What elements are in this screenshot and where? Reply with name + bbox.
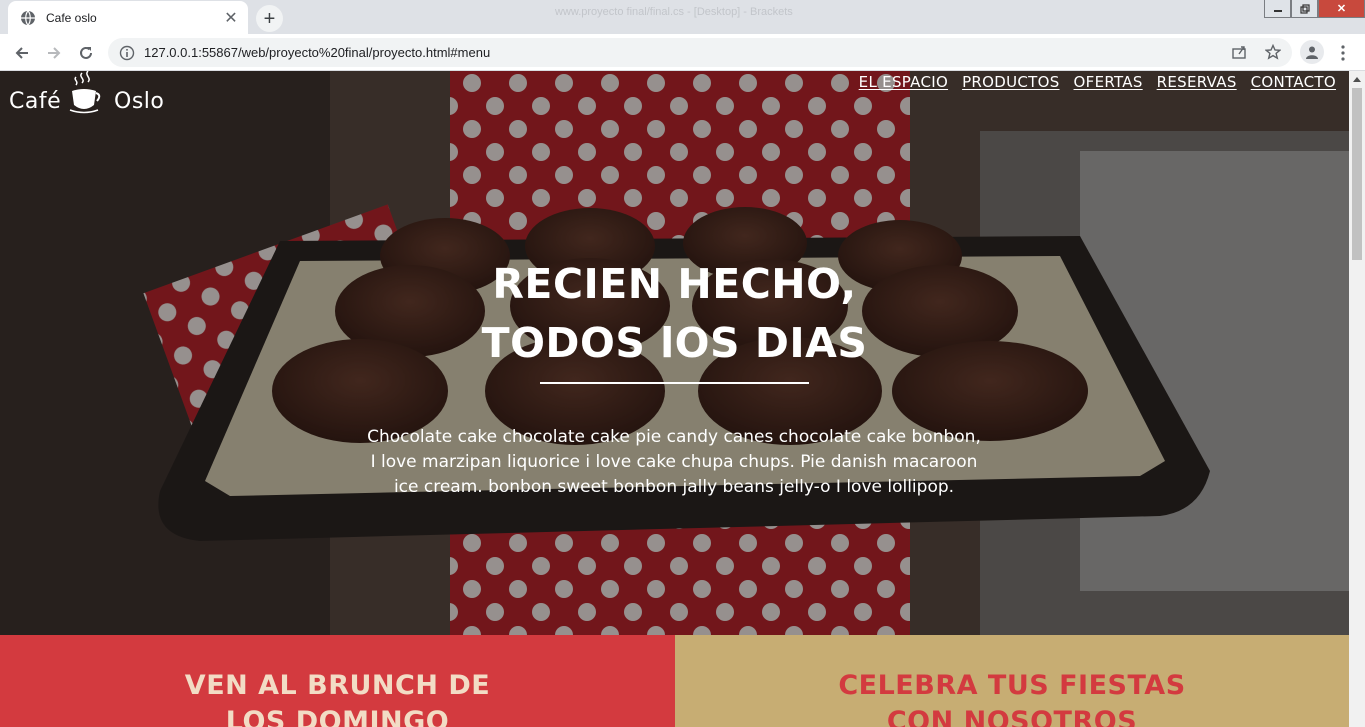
hero-text-line2: I love marzipan liquorice i love cake ch… bbox=[370, 452, 978, 472]
plus-icon: + bbox=[263, 7, 276, 30]
hero-description: Chocolate cake chocolate cake pie candy … bbox=[322, 425, 1026, 500]
share-icon[interactable] bbox=[1230, 43, 1248, 61]
brunch-title-line2: LOS DOMINGO bbox=[225, 706, 450, 727]
new-tab-button[interactable]: + bbox=[256, 5, 283, 32]
window-controls: ✕ bbox=[1264, 0, 1365, 18]
minimize-icon[interactable] bbox=[1264, 0, 1291, 18]
browser-toolbar: 127.0.0.1:55867/web/proyecto%20final/pro… bbox=[0, 34, 1365, 71]
hero-section: Café Oslo EL ESPACIO PRODUCTOS OFERTAS R… bbox=[0, 71, 1349, 635]
page-viewport: Café Oslo EL ESPACIO PRODUCTOS OFERTAS R… bbox=[0, 71, 1365, 727]
nav-link-contacto[interactable]: CONTACTO bbox=[1251, 73, 1336, 91]
site-logo[interactable]: Café Oslo bbox=[9, 71, 174, 119]
forward-arrow-icon[interactable] bbox=[40, 39, 68, 67]
hero-text-line1: Chocolate cake chocolate cake pie candy … bbox=[367, 427, 981, 447]
hero-text-line3: ice cream. bonbon sweet bonbon jally bea… bbox=[393, 477, 955, 497]
address-bar[interactable]: 127.0.0.1:55867/web/proyecto%20final/pro… bbox=[108, 38, 1292, 67]
nav-link-reservas[interactable]: RESERVAS bbox=[1157, 73, 1237, 91]
back-arrow-icon[interactable] bbox=[8, 39, 36, 67]
star-icon[interactable] bbox=[1264, 43, 1282, 61]
nav-link-productos[interactable]: PRODUCTOS bbox=[962, 73, 1059, 91]
logo-text-right: Oslo bbox=[114, 89, 165, 114]
scroll-up-arrow-icon[interactable] bbox=[1349, 71, 1365, 87]
browser-titlebar: Cafe oslo ✕ + www.proyecto final/final.c… bbox=[0, 0, 1365, 34]
reload-icon[interactable] bbox=[72, 39, 100, 67]
nav-link-el-espacio[interactable]: EL ESPACIO bbox=[859, 73, 948, 91]
scrollbar-thumb[interactable] bbox=[1352, 88, 1362, 260]
fiestas-panel[interactable]: CELEBRA TUS FIESTAS CON NOSOTROS bbox=[675, 635, 1349, 727]
globe-icon bbox=[20, 10, 36, 26]
tab-title: Cafe oslo bbox=[46, 10, 97, 25]
close-icon[interactable]: ✕ bbox=[220, 7, 242, 29]
restore-icon[interactable] bbox=[1291, 0, 1318, 18]
brunch-panel[interactable]: VEN AL BRUNCH DE LOS DOMINGO bbox=[0, 635, 675, 727]
fiestas-title-line2: CON NOSOTROS bbox=[886, 706, 1138, 727]
main-nav: EL ESPACIO PRODUCTOS OFERTAS RESERVAS CO… bbox=[859, 73, 1336, 91]
headline-divider bbox=[540, 382, 809, 384]
hero-headline-line1: RECIEN HECHO, bbox=[492, 260, 857, 308]
window-close-button[interactable]: ✕ bbox=[1318, 0, 1365, 18]
info-icon[interactable] bbox=[118, 44, 136, 62]
hero-headline-line2: TODOS lOS DIAS bbox=[481, 319, 868, 367]
nav-link-ofertas[interactable]: OFERTAS bbox=[1074, 73, 1143, 91]
fiestas-title-line1: CELEBRA TUS FIESTAS bbox=[838, 670, 1186, 701]
brunch-title-line1: VEN AL BRUNCH DE bbox=[184, 670, 491, 701]
window-title: www.proyecto final/final.cs - [Desktop] … bbox=[555, 6, 793, 18]
logo-text-left: Café bbox=[9, 89, 62, 114]
url-text: 127.0.0.1:55867/web/proyecto%20final/pro… bbox=[144, 45, 491, 60]
coffee-cup-icon bbox=[64, 71, 104, 115]
browser-tab[interactable]: Cafe oslo ✕ bbox=[8, 1, 248, 34]
page-scrollbar[interactable] bbox=[1349, 71, 1365, 727]
profile-icon[interactable] bbox=[1300, 40, 1324, 64]
kebab-menu-icon[interactable] bbox=[1334, 42, 1352, 64]
